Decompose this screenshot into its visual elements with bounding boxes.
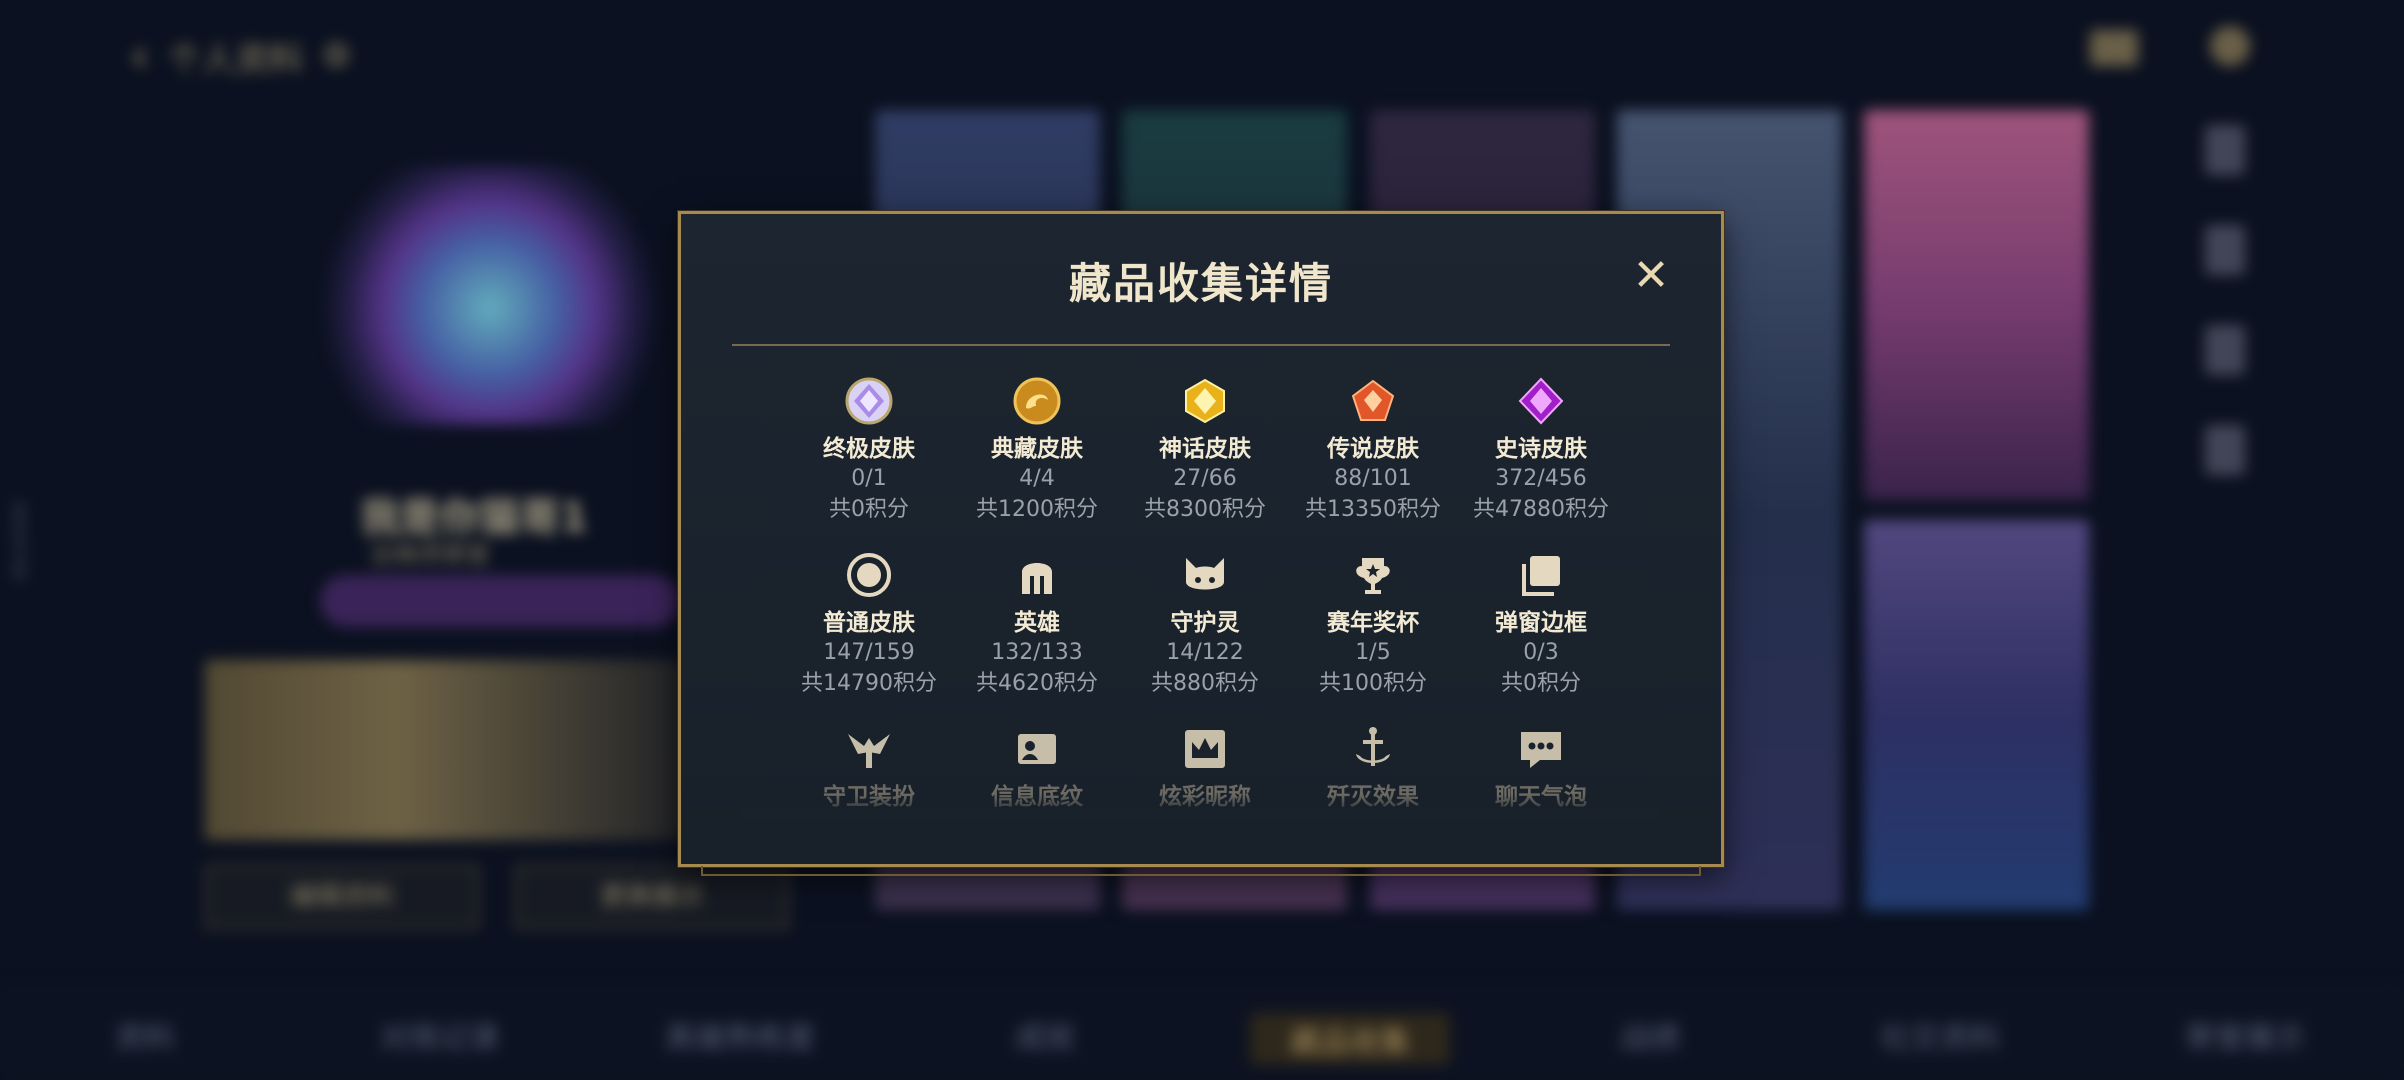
profile-banner — [205, 660, 685, 840]
epic-skin-icon — [1514, 374, 1568, 428]
nav-item[interactable]: 英雄熟练度 — [665, 1013, 815, 1057]
item-name: 典藏皮肤 — [991, 436, 1083, 462]
scroll-fade — [741, 794, 1661, 818]
nav-item[interactable]: 对局记录 — [380, 1013, 500, 1057]
player-subtitle: 召唤师荣誉 — [370, 541, 490, 569]
item-count: 372/456 — [1495, 466, 1587, 491]
item-count: 0/3 — [1523, 640, 1559, 665]
crown-nickname-icon — [1178, 722, 1232, 776]
player-id: 4659708 — [8, 500, 29, 581]
chat-bubble-icon — [1514, 722, 1568, 776]
ward-skin-icon — [842, 722, 896, 776]
item-name: 普通皮肤 — [823, 610, 915, 636]
side-icon[interactable] — [2205, 125, 2245, 175]
dialog-title: 藏品收集详情 — [1068, 259, 1333, 308]
item-count: 147/159 — [823, 640, 915, 665]
item-points: 共13350积分 — [1305, 497, 1441, 522]
item-points: 共1200积分 — [976, 497, 1098, 522]
collection-item[interactable]: 赛年奖杯 1/5 共100积分 — [1289, 548, 1457, 700]
collection-item[interactable]: 普通皮肤 147/159 共14790积分 — [785, 548, 953, 700]
item-points: 共47880积分 — [1473, 497, 1609, 522]
nav-item[interactable]: 荣誉展示 — [2185, 1013, 2305, 1057]
top-title: 个人资料 — [167, 39, 304, 80]
normal-skin-icon — [842, 548, 896, 602]
friends-icon[interactable] — [2210, 26, 2250, 66]
close-icon[interactable]: ✕ — [1631, 254, 1671, 298]
item-points: 共14790积分 — [801, 671, 937, 696]
nav-item[interactable]: 社交资料 — [1880, 1013, 2000, 1057]
item-count: 132/133 — [991, 640, 1083, 665]
nav-item[interactable]: 战绩 — [1620, 1013, 1680, 1057]
item-points: 共8300积分 — [1144, 497, 1266, 522]
trophy-icon — [1346, 548, 1400, 602]
item-name: 传说皮肤 — [1327, 436, 1419, 462]
collection-item[interactable]: 守护灵 14/122 共880积分 — [1121, 548, 1289, 700]
item-points: 共100积分 — [1319, 671, 1427, 696]
skin-card[interactable] — [1864, 520, 2089, 910]
item-count: 14/122 — [1166, 640, 1244, 665]
title-divider — [732, 344, 1670, 346]
item-points: 共0积分 — [829, 497, 909, 522]
item-name: 赛年奖杯 — [1327, 610, 1419, 636]
skin-card[interactable] — [1864, 110, 2089, 500]
item-name: 终极皮肤 — [823, 436, 915, 462]
side-icon[interactable] — [2205, 225, 2245, 275]
item-count: 1/5 — [1355, 640, 1391, 665]
chevron-left-icon[interactable]: ‹ — [130, 28, 149, 84]
honor-emblem — [300, 165, 680, 425]
collection-details-dialog: 藏品收集详情 ✕ 终极皮肤 0/1 共0积分 典藏皮肤 4/4 共1200积分 神话皮肤 27… — [678, 211, 1724, 876]
bottom-nav: 资料 对局记录 英雄熟练度 成就 藏品收集 战绩 社交资料 荣誉展示 — [0, 985, 2404, 1080]
finisher-icon — [1346, 722, 1400, 776]
side-icon[interactable] — [2205, 425, 2245, 475]
item-points: 共0积分 — [1501, 671, 1581, 696]
item-name: 弹窗边框 — [1495, 610, 1587, 636]
rank-pill[interactable] — [320, 575, 680, 627]
side-icon[interactable] — [2205, 325, 2245, 375]
collection-item[interactable]: 终极皮肤 0/1 共0积分 — [785, 374, 953, 526]
nav-item[interactable]: 资料 — [115, 1013, 175, 1057]
settings-icon[interactable]: ⚙ — [321, 36, 351, 76]
edit-profile-button[interactable]: 编辑资料 — [205, 865, 479, 929]
collection-item[interactable]: 弹窗边框 0/3 共0积分 — [1457, 548, 1625, 700]
collection-grid: 终极皮肤 0/1 共0积分 典藏皮肤 4/4 共1200积分 神话皮肤 27/66 共8300积… — [785, 374, 1625, 812]
treasure-skin-icon — [1010, 374, 1064, 428]
item-name: 守护灵 — [1170, 610, 1240, 636]
collection-item[interactable]: 神话皮肤 27/66 共8300积分 — [1121, 374, 1289, 526]
item-count: 0/1 — [851, 466, 887, 491]
champion-helmet-icon — [1010, 548, 1064, 602]
frame-icon — [1514, 548, 1568, 602]
collection-item[interactable]: 史诗皮肤 372/456 共47880积分 — [1457, 374, 1625, 526]
item-name: 神话皮肤 — [1159, 436, 1251, 462]
ultimate-skin-icon — [842, 374, 896, 428]
nav-item[interactable]: 成就 — [1015, 1013, 1075, 1057]
mythic-skin-icon — [1178, 374, 1232, 428]
mail-icon[interactable] — [2090, 30, 2138, 66]
collection-item[interactable]: 英雄 132/133 共4620积分 — [953, 548, 1121, 700]
guardian-icon — [1178, 548, 1232, 602]
item-count: 88/101 — [1334, 466, 1412, 491]
collection-item[interactable]: 典藏皮肤 4/4 共1200积分 — [953, 374, 1121, 526]
item-points: 共4620积分 — [976, 671, 1098, 696]
legendary-skin-icon — [1346, 374, 1400, 428]
top-bar: ‹ 个人资料 ⚙ — [130, 28, 352, 84]
item-points: 共880积分 — [1151, 671, 1259, 696]
item-name: 史诗皮肤 — [1495, 436, 1587, 462]
item-count: 4/4 — [1019, 466, 1055, 491]
banner-icon — [1010, 722, 1064, 776]
item-name: 英雄 — [1014, 610, 1060, 636]
collection-item[interactable]: 传说皮肤 88/101 共13350积分 — [1289, 374, 1457, 526]
item-count: 27/66 — [1173, 466, 1237, 491]
nav-item-active[interactable]: 藏品收集 — [1250, 1013, 1450, 1065]
